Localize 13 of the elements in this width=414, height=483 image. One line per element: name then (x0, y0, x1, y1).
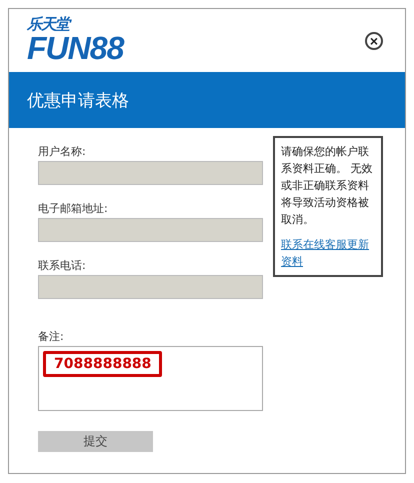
close-button[interactable]: × (365, 32, 383, 50)
support-link[interactable]: 联系在线客服更新资料 (281, 236, 375, 270)
submit-button[interactable]: 提交 (38, 431, 153, 452)
form-title-bar: 优惠申请表格 (9, 72, 405, 128)
logo-text: FUN88 (27, 32, 124, 64)
field-label: 联系电话: (38, 258, 87, 273)
remarks-field[interactable]: 7088888888 (38, 346, 263, 411)
field-label: 电子邮箱地址: (38, 201, 109, 216)
field-label: 用户名称: (38, 144, 87, 159)
field-label: 备注: (38, 329, 65, 344)
highlighted-value: 7088888888 (43, 351, 162, 377)
notice-text: 请确保您的帐户联系资料正确。 无效或非正确联系资料将导致活动资格被取消。 (281, 144, 374, 228)
logo-subtitle: 乐天堂 (27, 17, 124, 32)
